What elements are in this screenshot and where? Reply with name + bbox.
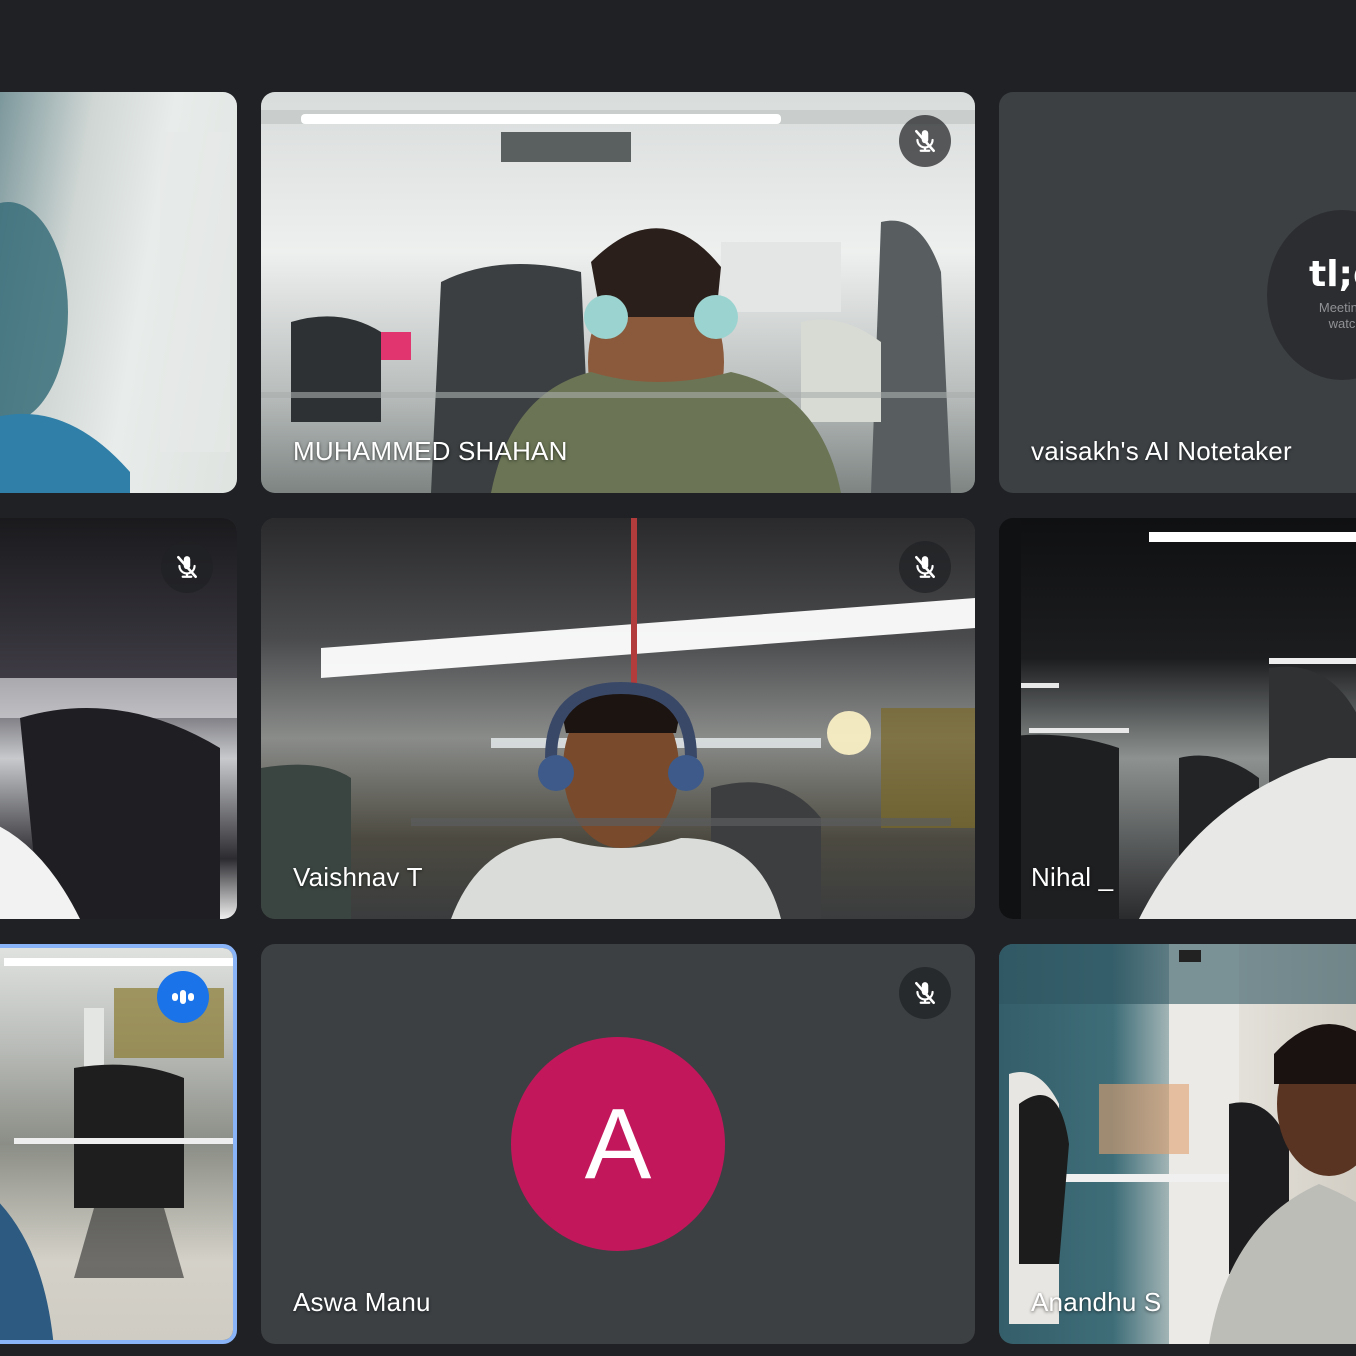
participant-name: vaisakh's AI Notetaker	[1031, 436, 1292, 466]
office-scene	[999, 518, 1356, 919]
participant-tile[interactable]	[0, 518, 237, 919]
participant-name: Anandhu S	[1031, 1287, 1162, 1317]
video-feed	[999, 518, 1356, 919]
participant-name: MUHAMMED SHAHAN	[293, 436, 568, 466]
participant-tile[interactable]: tl;d Meeting watc vaisakh's AI Notetaker	[999, 92, 1356, 493]
participant-name: Vaishnav T	[293, 862, 423, 892]
office-scene	[999, 944, 1356, 1344]
video-feed	[0, 92, 237, 493]
person-silhouette	[0, 132, 230, 493]
video-feed	[261, 518, 975, 919]
audio-level-icon	[157, 971, 209, 1023]
video-feed	[999, 944, 1356, 1344]
mic-off-icon	[899, 967, 951, 1019]
participant-tile[interactable]: A Aswa Manu	[261, 944, 975, 1344]
video-feed	[261, 92, 975, 493]
office-scene	[261, 518, 975, 919]
participant-tile[interactable]: Anandhu S	[999, 944, 1356, 1344]
tldv-logo: tl;d	[1309, 254, 1356, 295]
participant-name: Aswa Manu	[293, 1287, 431, 1317]
avatar: A	[511, 1037, 725, 1251]
mic-off-icon	[899, 115, 951, 167]
participant-tile[interactable]	[0, 92, 237, 493]
mic-off-icon	[161, 541, 213, 593]
avatar-letter: A	[584, 1087, 652, 1200]
office-scene	[261, 110, 975, 493]
mic-off-icon	[899, 541, 951, 593]
participant-tile-active-speaker[interactable]	[0, 944, 237, 1344]
participant-tile[interactable]: MUHAMMED SHAHAN	[261, 92, 975, 493]
participant-name: Nihal _	[1031, 862, 1114, 892]
notetaker-tagline: Meeting watc	[1318, 300, 1356, 331]
participant-tile[interactable]: Nihal _	[999, 518, 1356, 919]
notetaker-badge: tl;d Meeting watc	[1267, 210, 1356, 380]
participant-tile[interactable]: Vaishnav T	[261, 518, 975, 919]
meeting-grid: MUHAMMED SHAHAN tl;d Meeting watc vaisak…	[0, 0, 1356, 1356]
